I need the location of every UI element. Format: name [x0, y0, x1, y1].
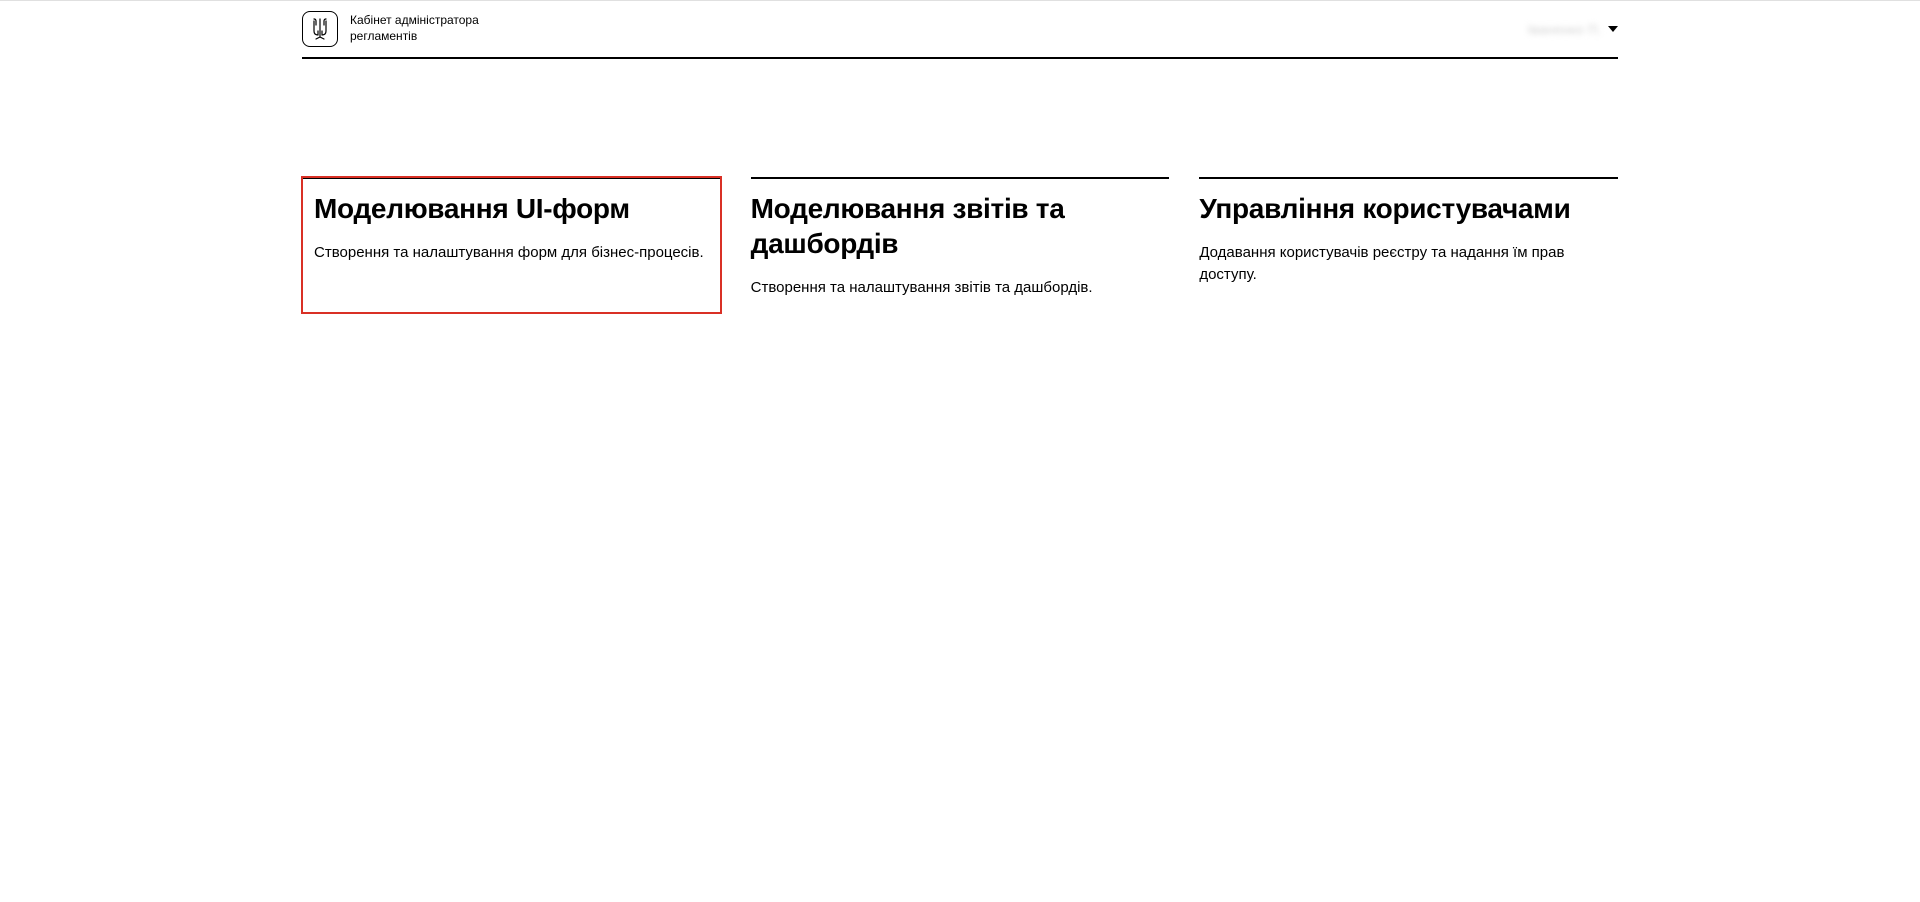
- card-title: Моделювання звітів та дашбордів: [751, 191, 1158, 261]
- app-title: Кабінет адміністратора регламентів: [350, 13, 479, 44]
- user-name-label: Іваненко П.: [1528, 22, 1602, 37]
- card-title: Моделювання UI-форм: [314, 191, 709, 226]
- card-title: Управління користувачами: [1199, 191, 1606, 226]
- card-description: Додавання користувачів реєстру та наданн…: [1199, 242, 1606, 286]
- trident-logo-icon: [302, 11, 338, 47]
- app-header: Кабінет адміністратора регламентів Іване…: [302, 1, 1618, 59]
- card-ui-forms[interactable]: Моделювання UI-форм Створення та налашту…: [302, 177, 721, 313]
- cards-grid: Моделювання UI-форм Створення та налашту…: [302, 59, 1618, 313]
- user-menu[interactable]: Іваненко П.: [1528, 22, 1618, 37]
- caret-down-icon: [1608, 26, 1618, 32]
- card-reports-dashboards[interactable]: Моделювання звітів та дашбордів Створенн…: [751, 177, 1170, 313]
- card-description: Створення та налаштування звітів та дашб…: [751, 277, 1158, 299]
- card-user-management[interactable]: Управління користувачами Додавання корис…: [1199, 177, 1618, 313]
- card-description: Створення та налаштування форм для бізне…: [314, 242, 709, 264]
- header-brand[interactable]: Кабінет адміністратора регламентів: [302, 11, 479, 47]
